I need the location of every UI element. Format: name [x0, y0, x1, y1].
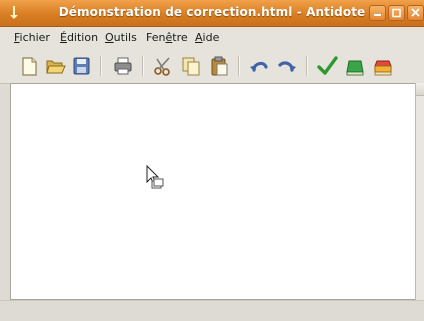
menu-aide-mnemonic: A: [195, 31, 203, 44]
undo-icon: [250, 61, 268, 72]
menu-fenetre-label-pre: Fen: [146, 31, 166, 44]
paste-button[interactable]: [208, 55, 230, 77]
close-button[interactable]: [407, 5, 424, 21]
redo-icon: [278, 61, 296, 72]
scroll-up-arrow[interactable]: [416, 83, 424, 96]
menu-outils[interactable]: Outils: [105, 31, 137, 44]
red-book-icon: [374, 60, 392, 76]
document-editor[interactable]: [10, 83, 416, 300]
vertical-scrollbar[interactable]: [415, 83, 424, 300]
dictionary-button[interactable]: [344, 55, 366, 77]
window-title: Démonstration de correction.html - Antid…: [58, 5, 366, 19]
guide-button[interactable]: [372, 55, 394, 77]
print-icon: [114, 57, 132, 75]
menu-edition-mnemonic: É: [60, 31, 67, 44]
menu-bar: Fichier Édition Outils Fenêtre Aide: [0, 27, 424, 49]
menu-outils-mnemonic: O: [105, 31, 114, 44]
menu-fichier[interactable]: Fichier: [14, 31, 50, 44]
new-document-icon: [22, 57, 37, 76]
menu-outils-label: utils: [113, 31, 137, 44]
menu-aide[interactable]: Aide: [195, 31, 219, 44]
copy-icon: [182, 57, 200, 76]
check-icon: [317, 56, 338, 75]
toolbar-separator: [100, 56, 102, 76]
cut-button[interactable]: [152, 55, 174, 77]
green-book-icon: [346, 60, 364, 76]
maximize-icon: [392, 8, 401, 18]
new-document-button[interactable]: [18, 55, 40, 77]
minimize-icon: [374, 14, 381, 16]
menu-fichier-label: ichier: [19, 31, 50, 44]
status-bar: [0, 300, 424, 321]
toolbar-separator: [238, 56, 240, 76]
menu-edition-label: dition: [66, 31, 99, 44]
save-icon: [73, 57, 90, 75]
close-icon: [411, 8, 420, 17]
menu-aide-label: ide: [202, 31, 220, 44]
open-folder-icon: [46, 60, 66, 74]
menu-fenetre-label: tre: [172, 31, 188, 44]
redo-button[interactable]: [276, 55, 298, 77]
open-button[interactable]: [44, 55, 66, 77]
title-bar[interactable]: Démonstration de correction.html - Antid…: [0, 0, 424, 27]
cut-icon: [154, 57, 170, 76]
toolbar-separator: [142, 56, 144, 76]
minimize-button[interactable]: [369, 5, 386, 21]
toolbar: [0, 49, 424, 84]
copy-button[interactable]: [180, 55, 202, 77]
mouse-cursor-icon: [145, 164, 165, 195]
toolbar-separator: [306, 56, 308, 76]
paste-icon: [211, 56, 228, 76]
check-button[interactable]: [316, 55, 338, 77]
menu-edition[interactable]: Édition: [60, 31, 98, 44]
print-button[interactable]: [112, 55, 134, 77]
undo-button[interactable]: [248, 55, 270, 77]
menu-fenetre[interactable]: Fenêtre: [146, 31, 188, 44]
save-button[interactable]: [70, 55, 92, 77]
maximize-button[interactable]: [388, 5, 405, 21]
